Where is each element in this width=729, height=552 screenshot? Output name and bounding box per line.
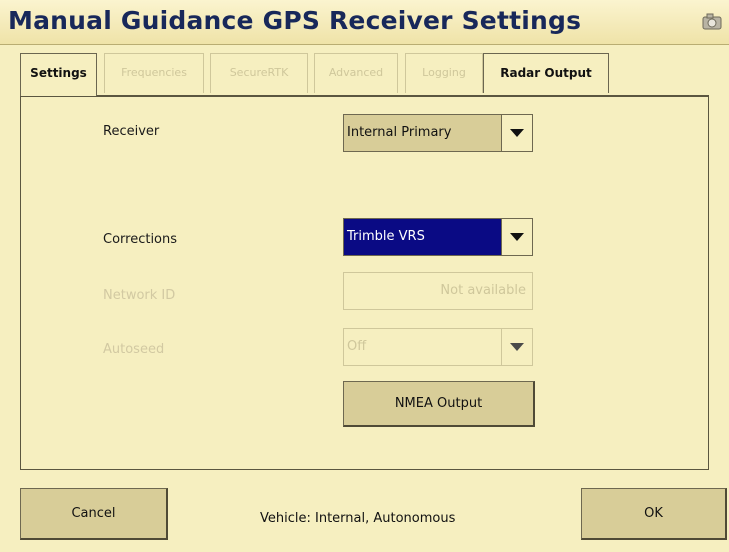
- network-id-label: Network ID: [103, 288, 176, 303]
- title-bar: Manual Guidance GPS Receiver Settings: [0, 0, 729, 45]
- gps-receiver-settings-screen: Manual Guidance GPS Receiver Settings Se…: [0, 0, 729, 552]
- autoseed-value: Off: [347, 339, 367, 354]
- window-title: Manual Guidance GPS Receiver Settings: [8, 6, 582, 35]
- tab-frequencies: Frequencies: [104, 53, 204, 93]
- corrections-dropdown[interactable]: Trimble VRS: [343, 218, 533, 256]
- nmea-output-button[interactable]: NMEA Output: [343, 381, 535, 427]
- tab-securertk: SecureRTK: [210, 53, 308, 93]
- network-id-value: Not available: [440, 283, 526, 298]
- corrections-label: Corrections: [103, 232, 178, 247]
- cancel-button[interactable]: Cancel: [20, 488, 168, 540]
- corrections-value: Trimble VRS: [347, 229, 425, 244]
- chevron-down-icon: [510, 129, 524, 137]
- receiver-dropdown[interactable]: Internal Primary: [343, 114, 533, 152]
- tab-settings[interactable]: Settings: [20, 53, 97, 96]
- tab-logging: Logging: [405, 53, 483, 93]
- autoseed-label: Autoseed: [103, 342, 165, 357]
- tab-radar-output[interactable]: Radar Output: [483, 53, 609, 93]
- receiver-value: Internal Primary: [347, 125, 452, 140]
- network-id-field: Not available: [343, 272, 533, 310]
- receiver-dropdown-toggle[interactable]: [501, 115, 532, 151]
- autoseed-dropdown-toggle: [501, 329, 532, 365]
- ok-button[interactable]: OK: [581, 488, 727, 540]
- autoseed-dropdown: Off: [343, 328, 533, 366]
- tab-advanced: Advanced: [314, 53, 398, 93]
- chevron-down-icon: [510, 343, 524, 351]
- receiver-label: Receiver: [103, 124, 160, 139]
- vehicle-status: Vehicle: Internal, Autonomous: [260, 511, 456, 526]
- corrections-dropdown-toggle[interactable]: [501, 219, 532, 255]
- chevron-down-icon: [510, 233, 524, 241]
- settings-icon[interactable]: [701, 12, 725, 32]
